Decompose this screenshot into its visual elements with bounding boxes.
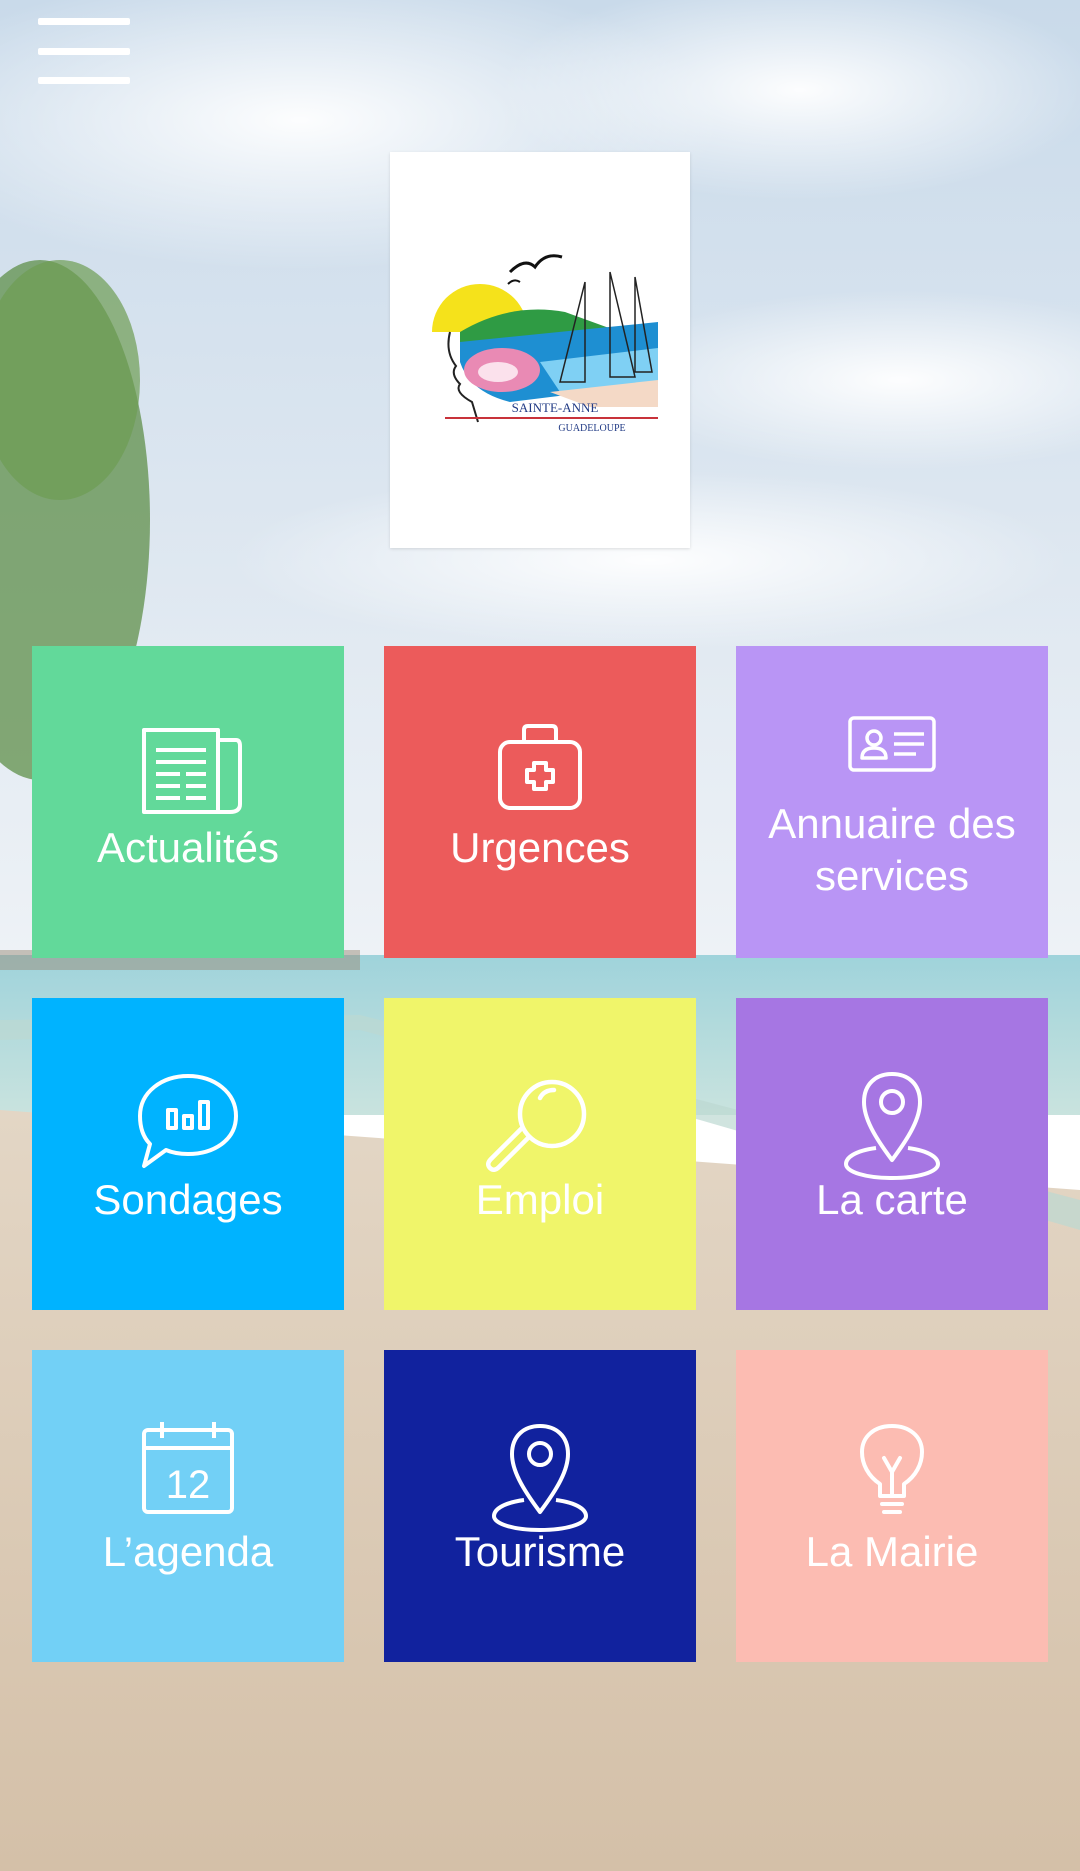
magnifier-icon (486, 1079, 587, 1172)
tile-la-carte[interactable]: La carte (736, 998, 1048, 1310)
tile-label: La carte (816, 1176, 968, 1223)
sainte-anne-logo-graphic: SAINTE-ANNE GUADELOUPE (432, 254, 658, 434)
hamburger-menu-button[interactable] (38, 18, 130, 84)
logo-text-line2: GUADELOUPE (558, 423, 625, 434)
tile-label: Emploi (475, 1176, 605, 1223)
newspaper-icon (142, 728, 242, 814)
tile-la-mairie[interactable]: La Mairie (736, 1350, 1048, 1662)
tile-sondages[interactable]: Sondages (32, 998, 344, 1310)
calendar-icon: 12 (142, 1422, 234, 1514)
tile-label: Urgences (450, 824, 630, 871)
tile-urgences[interactable]: Urgences (384, 646, 696, 958)
tile-label: La Mairie (805, 1528, 979, 1575)
poll-chat-icon (138, 1074, 238, 1168)
logo-text-line1: SAINTE-ANNE (512, 400, 599, 415)
map-pin-icon (844, 1072, 940, 1180)
lightbulb-icon (860, 1424, 924, 1514)
hamburger-menu-icon-bar (38, 18, 130, 25)
hamburger-menu-icon-bar (38, 77, 130, 84)
tile-label: Sondages (93, 1176, 283, 1223)
tile-agenda[interactable]: 12 L’agenda (32, 1350, 344, 1662)
tile-label: L’agenda (102, 1528, 274, 1575)
tile-annuaire-des-services[interactable]: Annuaire des services (736, 646, 1048, 958)
tile-label: Actualités (96, 824, 280, 871)
hamburger-menu-icon-bar (38, 47, 130, 55)
tile-label-line2: services (814, 852, 970, 899)
tile-actualites[interactable]: Actualités (32, 646, 344, 958)
calendar-day: 12 (166, 1463, 211, 1507)
town-logo: SAINTE-ANNE GUADELOUPE (390, 152, 690, 548)
tile-label: Tourisme (454, 1528, 626, 1575)
tile-label-line1: Annuaire des (768, 800, 1016, 847)
first-aid-kit-icon (498, 724, 582, 810)
location-pin-icon (492, 1424, 588, 1532)
tile-emploi[interactable]: Emploi (384, 998, 696, 1310)
tile-tourisme[interactable]: Tourisme (384, 1350, 696, 1662)
